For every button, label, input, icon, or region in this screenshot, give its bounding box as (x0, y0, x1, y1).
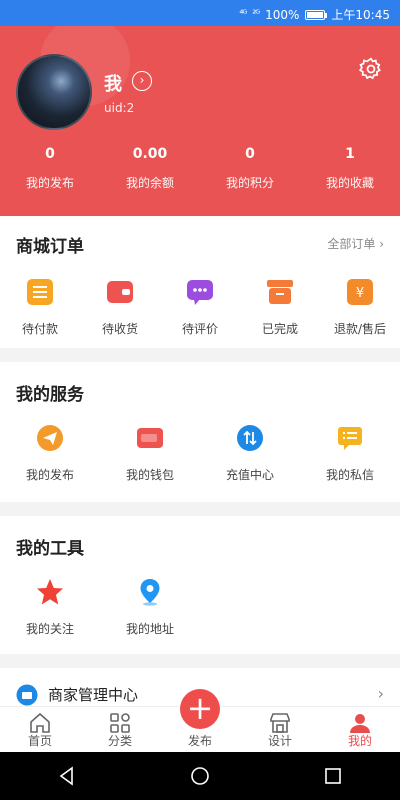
service-label: 我的钱包 (125, 468, 174, 482)
exchange-icon (237, 425, 263, 451)
clock: 上午10:45 (331, 8, 390, 22)
chevron-right-icon: › (377, 684, 384, 703)
stat-label: 我的收藏 (325, 176, 374, 190)
service-wallet[interactable]: 我的钱包 (100, 424, 200, 483)
stat-value: 0.00 (132, 146, 168, 162)
stat-value: 0 (45, 146, 55, 162)
tool-address[interactable]: 我的地址 (100, 578, 200, 637)
services-row: 我的发布 我的钱包 充值中心 我的私信 (0, 424, 400, 483)
location-icon (140, 579, 160, 606)
wallet-icon (137, 428, 163, 448)
stat-label: 我的积分 (225, 176, 274, 190)
order-label: 已完成 (261, 322, 298, 336)
plus-icon: + (180, 689, 220, 729)
yen-icon: ¥ (347, 279, 373, 305)
box-icon (267, 280, 293, 304)
tab-label: 分类 (107, 734, 132, 748)
service-recharge[interactable]: 充值中心 (200, 424, 300, 483)
bottom-nav: 首页 分类 + 发布 设计 我的 (0, 689, 400, 752)
chat-icon (187, 280, 213, 305)
order-label: 待评价 (181, 322, 218, 336)
battery-percent: 100% (265, 7, 300, 22)
username[interactable]: 我 (104, 70, 122, 96)
order-completed[interactable]: 已完成 (240, 278, 320, 337)
services-title: 我的服务 (16, 385, 84, 405)
stat-value: 0 (245, 146, 255, 162)
tools-row: 我的关注 我的地址 (0, 578, 400, 637)
profile-header: 我 › uid:2 0 我的发布 0.00 我的余额 0 我的积分 1 我的收藏 (0, 26, 400, 216)
stat-points[interactable]: 0 我的积分 (200, 146, 300, 191)
list-icon (27, 279, 53, 305)
order-label: 待收货 (101, 322, 138, 336)
stat-value: 1 (345, 146, 355, 162)
tab-label: 设计 (267, 734, 292, 748)
order-pending-payment[interactable]: 待付款 (0, 278, 80, 337)
merchant-center-label: 商家管理中心 (48, 686, 139, 704)
service-label: 充值中心 (225, 468, 274, 482)
battery-icon (305, 9, 328, 20)
tab-label: 首页 (27, 734, 52, 748)
tools-title: 我的工具 (16, 539, 84, 559)
orders-row: 待付款 待收货 待评价 已完成 ¥ 退款/售后 (0, 278, 400, 337)
service-messages[interactable]: 我的私信 (300, 424, 400, 483)
tool-label: 我的关注 (25, 622, 74, 636)
tab-category[interactable]: 分类 (80, 707, 160, 752)
back-icon[interactable] (57, 766, 77, 786)
recents-icon[interactable] (323, 766, 343, 786)
tool-label: 我的地址 (125, 622, 174, 636)
system-nav-bar (0, 752, 400, 800)
home-circle-icon[interactable] (190, 766, 210, 786)
stat-favorites[interactable]: 1 我的收藏 (300, 146, 400, 191)
stat-balance[interactable]: 0.00 我的余额 (100, 146, 200, 191)
tab-label: 我的 (347, 734, 372, 748)
stat-label: 我的余额 (125, 176, 174, 190)
order-refund[interactable]: ¥ 退款/售后 (320, 278, 400, 337)
message-icon (338, 427, 362, 450)
service-my-posts[interactable]: 我的发布 (0, 424, 100, 483)
tools-card: 我的工具 我的关注 我的地址 (0, 516, 400, 654)
order-pending-receipt[interactable]: 待收货 (80, 278, 160, 337)
tab-label: 发布 (187, 734, 212, 748)
profile-stats: 0 我的发布 0.00 我的余额 0 我的积分 1 我的收藏 (0, 146, 400, 191)
signal-icon: ⁴ᴳ (239, 9, 247, 20)
shop-icon (16, 684, 38, 706)
avatar[interactable] (16, 54, 92, 130)
service-label: 我的发布 (25, 468, 74, 482)
all-orders-link[interactable]: 全部订单 › (327, 235, 384, 252)
svg-text:¥: ¥ (356, 286, 364, 301)
orders-card: 商城订单 全部订单 › 待付款 待收货 待评价 已完成 ¥ 退款/售后 (0, 216, 400, 348)
status-bar: ⁴ᴳ ²ᴳ 100% 上午10:45 (0, 0, 400, 26)
orders-title: 商城订单 (16, 237, 84, 257)
order-label: 退款/售后 (333, 322, 387, 336)
send-icon (37, 425, 63, 451)
stat-posts[interactable]: 0 我的发布 (0, 146, 100, 191)
wallet-icon (107, 281, 133, 303)
tab-design[interactable]: 设计 (240, 707, 320, 752)
gear-icon[interactable] (358, 56, 384, 82)
tab-mine[interactable]: 我的 (320, 707, 400, 752)
tool-following[interactable]: 我的关注 (0, 578, 100, 637)
stat-label: 我的发布 (25, 176, 74, 190)
service-label: 我的私信 (325, 468, 374, 482)
services-card: 我的服务 我的发布 我的钱包 充值中心 我的私信 (0, 362, 400, 502)
star-icon (37, 579, 63, 605)
order-pending-review[interactable]: 待评价 (160, 278, 240, 337)
tab-home[interactable]: 首页 (0, 707, 80, 752)
signal-icon-2: ²ᴳ (252, 9, 260, 20)
chevron-right-icon[interactable]: › (132, 71, 152, 91)
order-label: 待付款 (21, 322, 58, 336)
user-id: uid:2 (104, 101, 135, 115)
tab-publish[interactable]: + 发布 (160, 689, 240, 752)
